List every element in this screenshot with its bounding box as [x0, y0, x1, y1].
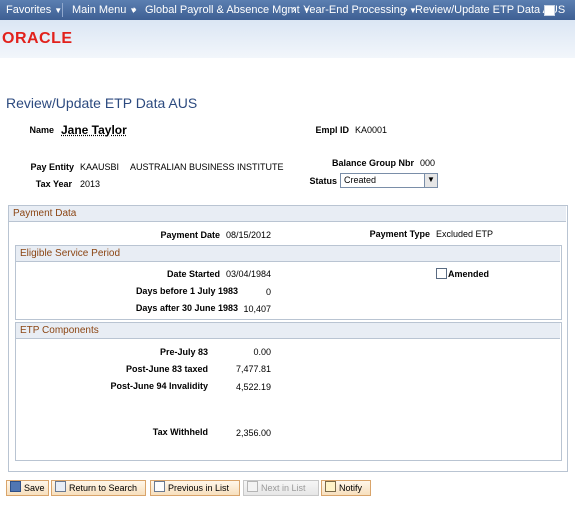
pay-entity-description: AUSTRALIAN BUSINESS INSTITUTE — [130, 162, 284, 172]
branding-bar — [0, 20, 575, 58]
envelope-icon — [325, 481, 336, 492]
breadcrumb-global-payroll[interactable]: Global Payroll & Absence Mgmt ▼ — [145, 4, 311, 16]
emplid-label: Empl ID — [315, 125, 349, 135]
breadcrumb-separator-icon: › — [292, 4, 296, 16]
days-after-label: Days after 30 June 1983 — [135, 303, 238, 313]
date-started-value: 03/04/1984 — [226, 269, 272, 279]
search-icon — [55, 481, 66, 492]
page-icon[interactable] — [544, 5, 555, 16]
main-menu[interactable]: Main Menu ▼ — [72, 4, 137, 16]
tax-year-value: 2013 — [80, 179, 101, 189]
notify-button[interactable]: Notify — [321, 480, 371, 496]
payment-type-value: Excluded ETP — [436, 229, 494, 239]
notify-button-label: Notify — [339, 483, 363, 493]
amended-checkbox[interactable] — [436, 268, 447, 279]
previous-in-list-button[interactable]: Previous in List — [150, 480, 240, 496]
eligible-service-header: Eligible Service Period — [16, 246, 560, 262]
days-before-value: 0 — [265, 287, 271, 297]
favorites-menu[interactable]: Favorites ▼ — [6, 4, 62, 16]
return-to-search-button[interactable]: Return to Search — [51, 480, 146, 496]
employee-name: Jane Taylor — [61, 123, 127, 137]
save-icon — [10, 481, 21, 492]
date-started-label: Date Started — [166, 269, 220, 279]
payment-date-value: 08/15/2012 — [226, 230, 272, 240]
status-select[interactable]: Created ▼ — [340, 173, 438, 188]
oracle-logo: ORACLE — [2, 30, 73, 47]
page-title: Review/Update ETP Data AUS — [6, 95, 198, 111]
arrow-down-icon — [247, 481, 258, 492]
tax-withheld-value: 2,356.00 — [235, 428, 271, 438]
days-before-label: Days before 1 July 1983 — [135, 286, 238, 296]
days-after-value: 10,407 — [243, 304, 271, 314]
nav-divider — [62, 3, 63, 17]
pay-entity-label: Pay Entity — [30, 162, 74, 172]
pre-july-label: Pre-July 83 — [159, 347, 208, 357]
post-june83-value: 7,477.81 — [235, 364, 271, 374]
emplid-value: KA0001 — [355, 125, 388, 135]
chevron-down-icon: ▼ — [54, 6, 63, 15]
return-to-search-label: Return to Search — [69, 483, 138, 493]
balance-group-value: 000 — [420, 158, 436, 168]
breadcrumb-year-end[interactable]: Year-End Processing ▼ — [303, 4, 417, 16]
breadcrumb-separator-icon: › — [404, 4, 408, 16]
next-in-list-button[interactable]: Next in List — [243, 480, 319, 496]
breadcrumb-label: Year-End Processing — [303, 4, 406, 16]
balance-group-label: Balance Group Nbr — [331, 158, 414, 168]
breadcrumb-label: Global Payroll & Absence Mgmt — [145, 4, 300, 16]
post-june94-label: Post-June 94 Invalidity — [110, 381, 208, 391]
etp-components-header: ETP Components — [16, 323, 560, 339]
pre-july-value: 0.00 — [253, 347, 271, 357]
arrow-up-icon — [154, 481, 165, 492]
breadcrumb-label: Review/Update ETP Data AUS — [415, 4, 566, 16]
etp-components-panel — [15, 322, 562, 461]
breadcrumb-current-page: Review/Update ETP Data AUS — [415, 4, 565, 16]
pay-entity-code: KAAUSBI — [80, 162, 120, 172]
main-menu-label: Main Menu — [72, 4, 127, 16]
dropdown-arrow-icon: ▼ — [424, 174, 437, 187]
amended-label: Amended — [448, 269, 490, 279]
previous-in-list-label: Previous in List — [168, 483, 230, 493]
status-selected-value: Created — [344, 175, 377, 185]
favorites-label: Favorites — [6, 4, 52, 16]
post-june94-value: 4,522.19 — [235, 382, 271, 392]
status-label: Status — [309, 176, 337, 186]
tax-year-label: Tax Year — [35, 179, 72, 189]
name-label: Name — [29, 125, 54, 135]
payment-data-header: Payment Data — [9, 206, 566, 222]
next-in-list-label: Next in List — [261, 483, 306, 493]
save-button[interactable]: Save — [6, 480, 49, 496]
post-june83-label: Post-June 83 taxed — [125, 364, 208, 374]
breadcrumb-separator-icon: › — [133, 4, 137, 16]
save-button-label: Save — [24, 483, 45, 493]
tax-withheld-label: Tax Withheld — [152, 427, 208, 437]
payment-date-label: Payment Date — [160, 230, 220, 240]
payment-type-label: Payment Type — [369, 229, 430, 239]
